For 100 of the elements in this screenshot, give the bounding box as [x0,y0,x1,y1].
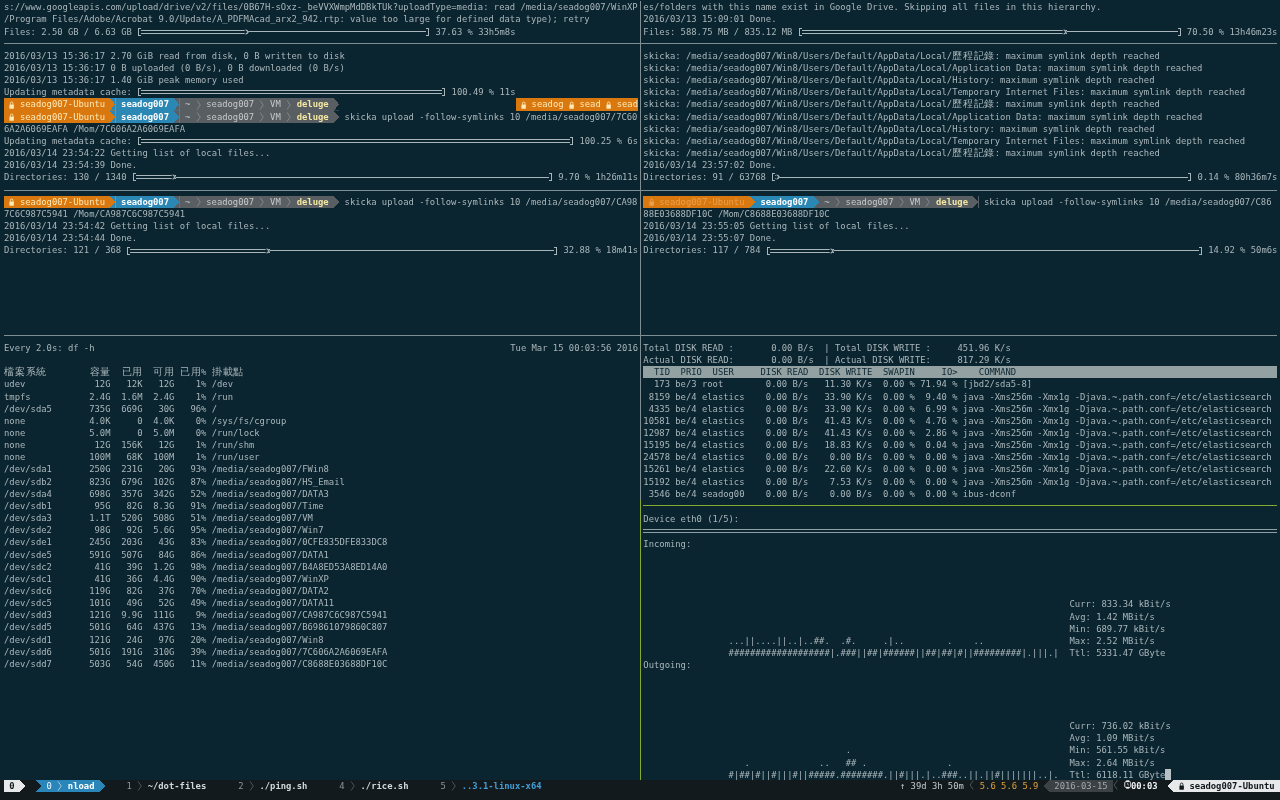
progress-reading: 0.14 % 80h36m7s [1197,171,1278,184]
table-cell-text: 54G [125,657,143,671]
table-cell-text: 11.30 K/s [823,378,873,391]
table-cell-text: /dev/sdc6 [4,585,53,598]
table-cell-text: none [4,414,27,427]
path-part: deluge [296,110,329,123]
table-cell-text: 0.04 % [924,439,958,452]
table-cell-text: 39G [125,560,143,573]
graph-line: ###################|.###||##|######||##|##|#||#########|.|||.| [728,647,1059,660]
column-header: DISK READ [760,366,809,379]
table-cell-text: 7.53 K/s [828,475,873,488]
table-cell-text: 0.00 B/s [828,487,873,500]
traffic-stat: Ttl: 5331.47 GByte [1069,647,1166,660]
path-part: seadog007 [206,195,255,209]
table-cell-text: 96% [189,402,207,415]
watch-icon [1123,779,1131,789]
table-cell-text: 0% [194,414,207,427]
table-cell: 0.00 % [882,463,915,476]
progress-label: Files: 588.75 MB / 835.12 MB [643,25,793,38]
table-cell-text: 9.40 % [924,390,958,403]
table-cell-text: /media/seadog007/7C606A2A6069EAFA [211,645,389,658]
table-cell-text: /media/seadog007/Win7 [211,524,325,537]
table-cell-text: 507G [120,548,143,561]
path-part: seadog007 [845,195,894,209]
table-cell-text: java -Xms256m -Xmx1g -Djava.~.path.conf=/etc/elasticsearch [962,390,1273,403]
table-cell-text: 1% [194,451,207,464]
table-cell-text: /media/seadog007/VM [211,512,314,525]
table-cell-text: 2.4G [152,390,175,403]
lock-icon [648,197,654,206]
path-part: ~ [184,195,191,209]
table-cell: elastics [701,414,745,427]
progress-reading: 9.70 % 1h26m11s [558,171,639,184]
table-cell-text: 52G [157,597,175,610]
table-cell-text: java -Xms256m -Xmx1g -Djava.~.path.conf=/etc/elasticsearch [962,439,1273,452]
table-cell-text: 41.43 K/s [823,426,873,440]
table-cell-text: 20% [189,633,207,646]
table-cell-text: 1% [194,378,207,391]
column-header: SWAPIN [883,366,915,379]
table-cell-text: 1.6M [120,390,143,403]
table-cell: 0.00 % [882,414,915,427]
table-cell-text: 12G [93,378,111,391]
table-cell-text: 82G [125,499,143,513]
table-cell-text: /dev/sde5 [4,548,53,561]
lock-icon [9,197,15,206]
table-cell-text: tmpfs [4,390,32,403]
table-cell-text: 0.00 B/s [764,463,809,476]
table-cell-text: 669G [120,402,143,415]
chevron-icon [137,781,143,792]
table-cell-text: /dev/sdd6 [4,645,53,658]
load-average: 5.6 5.6 5.9 [979,780,1039,793]
table-cell-text: 86% [189,548,207,561]
table-cell-text: 357G [120,487,143,500]
table-cell-text: 95% [189,524,207,537]
window-tab[interactable]: 5 ..3.1-linux-x64 [424,779,558,793]
table-cell: 0.00 % [882,378,915,391]
table-cell-text: 37G [157,585,175,598]
table-cell-text: /dev/sda4 [4,487,53,500]
traffic-stat: Ttl: 6118.11 GByte [1069,768,1166,780]
lock-icon [520,100,527,109]
table-cell-text: 111G [152,609,175,622]
table-cell-text: /dev/sdc5 [4,597,53,610]
chevron-icon [925,196,931,207]
window-tab[interactable]: 0 nload [35,779,106,793]
traffic-stat: Max: 2.64 MBit/s [1069,756,1155,769]
command-text: skicka upload -follow-symlinks 10 /media/seadog007/7C60 [344,110,638,123]
table-cell-text: /dev [211,378,234,391]
log-line: 7C6C987C5941 /Mom/CA987C6C987C5941 [4,208,186,221]
progress-label: Files: 2.50 GB / 6.63 GB [4,25,132,38]
table-cell-text: /media/seadog007/HS_Email [211,475,346,488]
table-cell-text: 0% [194,426,207,440]
log-line: skicka: /media/seadog007/Win8/Users/Default/AppData/Local/歷程記錄: maximum symlink depth reached [643,98,1160,111]
graph-line: . [844,744,852,757]
table-cell-text: 68K [125,451,143,464]
log-line: 2016/03/14 23:54:44 Done. [4,232,138,245]
graph-line: ...||....||..|..##. .#. .|.. . .. [728,634,985,648]
table-cell-text: /media/seadog007/DATA2 [211,585,330,598]
table-cell-text: /media/seadog007/Win8 [211,633,325,646]
table-cell-text: 735G [88,402,111,415]
table-cell-text: none [4,426,27,440]
column-header: 檔案系統 [4,366,48,379]
path-part: deluge [296,98,329,111]
chevron-icon [259,196,265,207]
progress-reading: 37.63 % 33h5m8s [435,25,516,38]
table-cell-text: 18.83 K/s [823,439,873,452]
table-cell-text: java -Xms256m -Xmx1g -Djava.~.path.conf=/etc/elasticsearch [962,451,1273,464]
table-cell-text: java -Xms256m -Xmx1g -Djava.~.path.conf=/etc/elasticsearch [962,414,1273,427]
table-cell: elastics [701,439,745,452]
log-line: 2016/03/13 15:36:17 2.70 GiB read from disk, 0 B written to disk [4,49,345,62]
table-cell-text: 4.4G [152,572,175,585]
lock-icon [606,100,612,109]
window-tab[interactable]: 2 ./ping.sh [222,779,324,793]
table-cell-text: /dev/sdd3 [4,609,53,622]
log-line: 6A2A6069EAFA /Mom/7C606A2A6069EAFA [4,122,186,135]
window-tab[interactable]: 1 ~/dot-files [110,779,223,793]
lock-icon [568,100,575,109]
table-cell: 0.00 % [882,439,915,452]
table-cell-text: 450G [152,657,175,671]
table-cell: 15195 [643,439,670,452]
table-cell-text: 20G [157,463,175,476]
window-tab[interactable]: 4 ./rice.sh [323,779,425,793]
